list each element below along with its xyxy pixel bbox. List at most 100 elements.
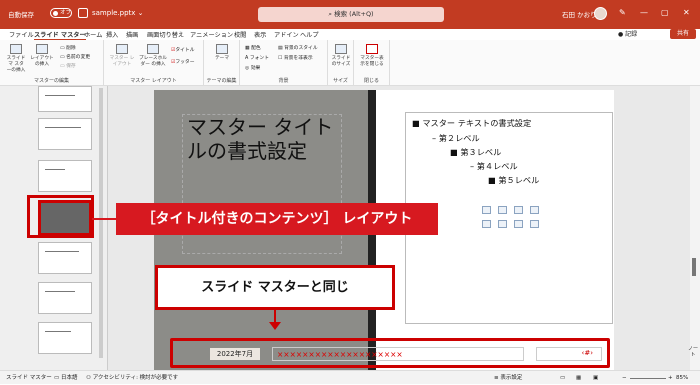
themes-button[interactable]: テーマ	[210, 44, 234, 62]
rename-label: 名前の変更	[66, 55, 91, 60]
tab-view[interactable]: 表示	[254, 30, 266, 39]
close-master-icon	[366, 44, 378, 54]
group-label-theme: テーマの編集	[206, 78, 237, 84]
colors-button[interactable]: ▦ 配色	[245, 44, 261, 51]
tab-home[interactable]: ホーム	[84, 30, 102, 39]
icons-icon[interactable]	[530, 220, 539, 228]
insert-placeholder-button[interactable]: プレースホルダー の挿入	[138, 44, 168, 68]
bg-styles-button[interactable]: ▤ 背景のスタイル	[278, 44, 318, 51]
3d-model-icon[interactable]	[530, 206, 539, 214]
delete-label: 削除	[66, 46, 76, 51]
chart-icon[interactable]	[498, 206, 507, 214]
video-icon[interactable]	[514, 220, 523, 228]
autosave-toggle[interactable]: オフ	[50, 8, 72, 18]
footer-checkbox[interactable]: ☑フッター	[171, 58, 195, 65]
layout-thumbnail[interactable]	[38, 282, 92, 314]
layout-thumbnail[interactable]	[38, 242, 92, 274]
tab-draw[interactable]: 描画	[126, 30, 138, 39]
slide-number-placeholder[interactable]: ‹#›	[536, 347, 602, 361]
avatar[interactable]	[594, 7, 607, 20]
accessibility-status[interactable]: ⚇ アクセシビリティ: 検討が必要です	[86, 371, 178, 385]
footer-checkbox-label: フッター	[175, 60, 195, 65]
text-level-4[interactable]: – 第４レベル	[470, 160, 518, 172]
delete-button[interactable]: ▭ 削除	[60, 44, 76, 51]
text-level-1[interactable]: ■ マスター テキストの書式設定	[412, 117, 531, 129]
group-label-background: 背景	[278, 78, 289, 84]
text-level-5-label: 第５レベル	[498, 175, 540, 185]
maximize-button[interactable]: ▢	[661, 8, 669, 17]
tab-slide-master[interactable]: スライド マスター	[34, 30, 86, 40]
themes-icon	[216, 44, 228, 54]
fonts-button[interactable]: A フォント	[245, 54, 269, 61]
tab-animations[interactable]: アニメーション	[190, 30, 233, 39]
minimize-button[interactable]: —	[640, 8, 648, 17]
tab-help[interactable]: ヘルプ	[300, 30, 319, 39]
zoom-level[interactable]: 85%	[676, 371, 688, 385]
record-button[interactable]: ● 記録	[618, 29, 637, 38]
footer-placeholder[interactable]: ××××××××××××××××××××	[272, 347, 524, 361]
zoom-out-icon[interactable]: −	[622, 371, 627, 385]
tab-transitions[interactable]: 画面切り替え	[147, 30, 184, 39]
layout-thumbnail[interactable]	[38, 118, 92, 150]
normal-view-icon[interactable]: ▭	[560, 371, 565, 385]
notes-button[interactable]: ノート	[688, 346, 698, 358]
layout-thumbnail[interactable]	[38, 322, 92, 354]
date-placeholder[interactable]: 2022年7月	[210, 348, 260, 360]
ribbon-group-theme: テーマ テーマの編集	[204, 40, 240, 86]
text-level-3-label: 第３レベル	[460, 147, 502, 157]
user-name[interactable]: 石田 かおり	[562, 9, 597, 19]
stock-image-icon[interactable]	[498, 220, 507, 228]
share-button[interactable]: 共有	[670, 29, 696, 39]
preserve-label: 保存	[66, 64, 76, 69]
close-master-view-button[interactable]: マスター表示を閉じる	[358, 44, 386, 68]
layout-thumbnail[interactable]	[38, 160, 92, 192]
rename-button[interactable]: ▭ 名前の変更	[60, 53, 90, 60]
tab-addins[interactable]: アドイン	[274, 30, 299, 39]
ribbon: スライドマ スターの挿入 レイアウトの挿入 ▭ 削除 ▭ 名前の変更 ▭ 保存 …	[0, 40, 700, 86]
smartart-icon[interactable]	[514, 206, 523, 214]
sorter-view-icon[interactable]: ▦	[576, 371, 581, 385]
save-icon[interactable]	[78, 8, 88, 18]
search-input[interactable]: ⌕ 検索 (Alt+Q)	[258, 7, 444, 22]
thumb-line	[45, 169, 65, 170]
hide-bg-label: 背景を非表示	[283, 56, 313, 61]
file-name[interactable]: sample.pptx ⌄	[92, 9, 144, 17]
content-insert-icons	[482, 206, 544, 232]
slide-number-marker: ‹#›	[581, 349, 593, 357]
slide-size-icon	[335, 44, 347, 54]
effects-button[interactable]: ◎ 効果	[245, 64, 260, 71]
display-settings-button[interactable]: ≡ 表示設定	[494, 371, 522, 385]
thumbnail-scrollbar[interactable]	[99, 88, 103, 358]
tab-file[interactable]: ファイル	[9, 30, 34, 39]
zoom-in-icon[interactable]: +	[668, 371, 673, 385]
text-level-3[interactable]: ■ 第３レベル	[450, 146, 501, 158]
pen-icon[interactable]: ✎	[619, 8, 626, 17]
table-icon[interactable]	[482, 206, 491, 214]
layout-thumbnail[interactable]	[38, 86, 92, 112]
same-as-master-callout: スライド マスターと同じ	[155, 265, 395, 310]
ribbon-group-close: マスター表示を閉じる 閉じる	[354, 40, 390, 86]
tab-insert[interactable]: 挿入	[106, 30, 118, 39]
slide-master-icon	[10, 44, 22, 54]
zoom-slider[interactable]	[630, 378, 666, 379]
title-checkbox[interactable]: ☑タイトル	[171, 46, 195, 53]
ribbon-group-master-layout: マスター レイアウト プレースホルダー の挿入 ☑タイトル ☑フッター マスター…	[104, 40, 204, 86]
text-level-2[interactable]: – 第２レベル	[432, 132, 480, 144]
slide-size-button[interactable]: スライドのサイズ	[330, 44, 352, 68]
insert-slide-master-button[interactable]: スライドマ スターの挿入	[6, 44, 26, 74]
master-title[interactable]: マスター タイトルの書式設定	[187, 115, 337, 163]
hide-bg-checkbox[interactable]: ☐ 背景を非表示	[278, 54, 313, 61]
language-status[interactable]: ▭ 日本語	[54, 371, 77, 385]
close-button[interactable]: ✕	[683, 8, 690, 17]
reading-view-icon[interactable]: ▣	[593, 371, 598, 385]
preserve-button[interactable]: ▭ 保存	[60, 62, 76, 69]
editor-scrollbar[interactable]	[690, 86, 700, 370]
text-level-5[interactable]: ■ 第５レベル	[488, 174, 539, 186]
picture-icon[interactable]	[482, 220, 491, 228]
scrollbar-thumb[interactable]	[692, 258, 696, 276]
tab-review[interactable]: 校閲	[234, 30, 246, 39]
arrow-down-icon	[269, 322, 281, 330]
master-layout-button[interactable]: マスター レイアウト	[108, 44, 136, 68]
insert-layout-button[interactable]: レイアウトの挿入	[30, 44, 54, 68]
ribbon-group-size: スライドのサイズ サイズ	[328, 40, 354, 86]
